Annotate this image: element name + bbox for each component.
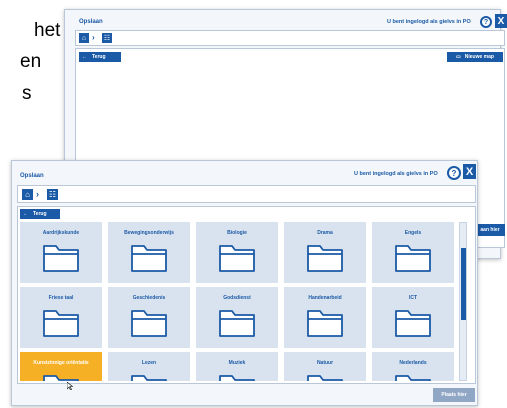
chevron-right-icon: › — [92, 33, 95, 42]
folder-tile[interactable]: Biologie — [196, 222, 278, 283]
folder-icon — [43, 310, 79, 337]
folder-icon — [219, 310, 255, 337]
folder-tile[interactable]: Friese taal — [20, 287, 102, 348]
folder-icon — [395, 245, 431, 272]
folder-tile[interactable]: Handenarbeid — [284, 287, 366, 348]
folder-tree-icon[interactable]: ☷ — [47, 189, 58, 200]
folder-label: Kunstzinnige oriëntatie — [33, 360, 89, 366]
folder-tile[interactable]: Natuur — [284, 352, 366, 381]
scrollbar-thumb[interactable] — [461, 248, 466, 320]
folder-icon — [395, 375, 431, 381]
folder-tile[interactable]: Aardrijkskunde — [20, 222, 102, 283]
breadcrumb: ⌂ › ☷ — [75, 30, 505, 46]
arrow-left-icon: ← — [82, 54, 87, 60]
folder-icon — [131, 375, 167, 381]
folder-icon: ▭ — [456, 54, 461, 60]
help-button[interactable]: ? — [480, 16, 492, 28]
document-text-line: het — [34, 20, 61, 41]
folder-tile[interactable]: ICT — [372, 287, 454, 348]
folder-label: Muziek — [228, 360, 246, 366]
back-button-label: Terug — [92, 54, 106, 60]
folder-label: Drama — [317, 230, 333, 236]
login-status: U bent ingelogd als gielvs in PO — [387, 19, 471, 25]
folder-label: Aardrijkskunde — [42, 230, 80, 236]
folder-icon — [307, 310, 343, 337]
scrollbar[interactable] — [459, 222, 467, 381]
document-text-line: en — [20, 51, 42, 72]
close-button[interactable]: X — [463, 164, 476, 179]
save-dialog: Opslaan U bent ingelogd als gielvs in PO… — [11, 160, 478, 406]
close-button[interactable]: X — [495, 14, 507, 28]
folder-icon — [43, 375, 79, 381]
folder-label: Friese taal — [48, 295, 74, 301]
folder-icon — [219, 375, 255, 381]
folder-tile[interactable]: Lezen — [108, 352, 190, 381]
folder-label: Nederlands — [399, 360, 427, 366]
folder-label: Engels — [404, 230, 422, 236]
dialog-title: Opslaan — [20, 173, 44, 179]
folder-tile[interactable]: Muziek — [196, 352, 278, 381]
folder-icon — [219, 245, 255, 272]
mouse-cursor-icon — [67, 382, 73, 390]
folder-tile[interactable]: Engels — [372, 222, 454, 283]
folder-label: Handenarbeid — [308, 295, 342, 301]
document-text-line: s — [22, 83, 32, 104]
place-here-button[interactable]: Plaats hier — [433, 388, 475, 402]
folder-label: Natuur — [316, 360, 334, 366]
folder-icon — [307, 245, 343, 272]
back-button[interactable]: ← Terug — [20, 209, 60, 219]
folder-label: Bewegingsonderwijs — [124, 230, 174, 236]
new-folder-button[interactable]: ▭ Nieuwe map — [447, 52, 503, 62]
folder-tile[interactable]: Drama — [284, 222, 366, 283]
login-status: U bent ingelogd als gielvs in PO — [354, 171, 438, 177]
breadcrumb: ⌂ › ☷ — [17, 185, 476, 203]
folder-tile[interactable]: Geschiedenis — [108, 287, 190, 348]
folder-label: Lezen — [141, 360, 157, 366]
folder-tile[interactable]: Kunstzinnige oriëntatie — [20, 352, 102, 381]
folder-icon — [131, 310, 167, 337]
folder-tile[interactable]: Godsdienst — [196, 287, 278, 348]
new-folder-label: Nieuwe map — [464, 54, 494, 60]
folder-icon — [307, 375, 343, 381]
home-icon[interactable]: ⌂ — [22, 189, 33, 200]
folder-label: Geschiedenis — [132, 295, 166, 301]
place-here-button[interactable]: aan hier — [475, 224, 505, 236]
help-button[interactable]: ? — [447, 166, 461, 180]
chevron-right-icon: › — [36, 189, 39, 199]
back-button-label: Terug — [33, 211, 47, 217]
folder-tree-icon[interactable]: ☷ — [102, 33, 112, 43]
folder-label: ICT — [408, 295, 418, 301]
folder-label: Biologie — [227, 230, 247, 236]
dialog-title: Opslaan — [79, 19, 103, 25]
folder-tile[interactable]: Nederlands — [372, 352, 454, 381]
folder-tile[interactable]: Bewegingsonderwijs — [108, 222, 190, 283]
folder-grid: Aardrijkskunde Bewegingsonderwijs Biologie… — [20, 222, 458, 381]
home-icon[interactable]: ⌂ — [79, 33, 89, 43]
arrow-left-icon: ← — [23, 211, 28, 217]
folder-label: Godsdienst — [223, 295, 251, 301]
folder-icon — [43, 245, 79, 272]
folder-icon — [395, 310, 431, 337]
back-button[interactable]: ← Terug — [79, 52, 121, 62]
folder-icon — [131, 245, 167, 272]
